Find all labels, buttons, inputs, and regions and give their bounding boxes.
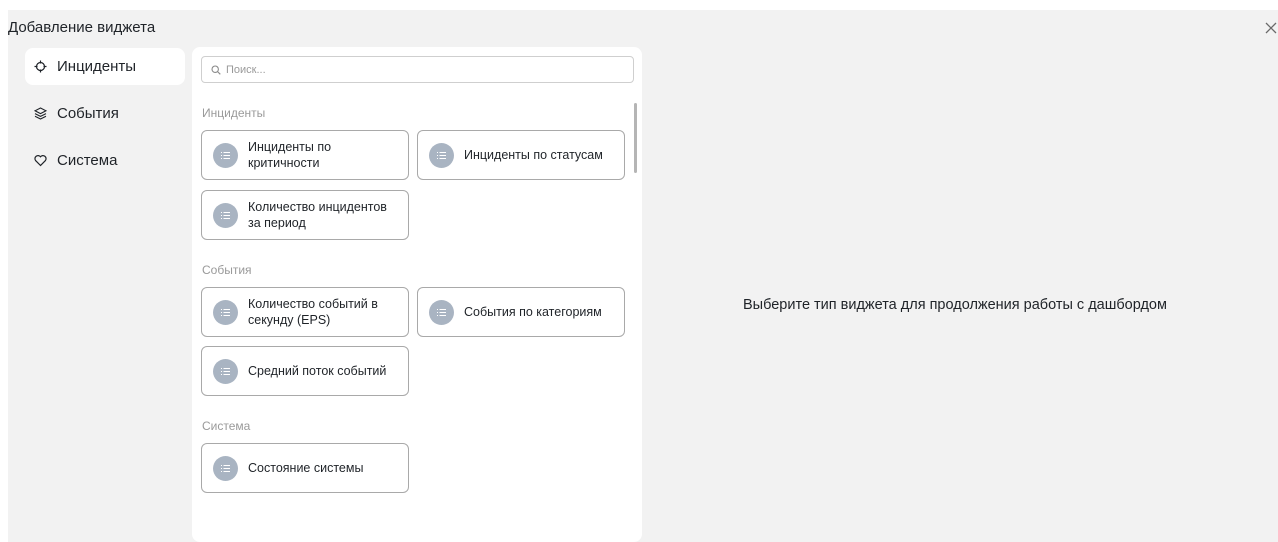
widget-card-label: Количество инцидентов за период xyxy=(248,200,387,230)
list-icon xyxy=(213,455,238,481)
widget-card[interactable]: Состояние системы xyxy=(201,443,409,493)
search-box[interactable] xyxy=(201,56,634,83)
widget-card-label: Инциденты по статусам xyxy=(464,148,603,162)
heart-icon xyxy=(34,154,47,167)
widget-card[interactable]: Инциденты по статусам xyxy=(417,130,625,180)
dialog-title: Добавление виджета xyxy=(8,19,156,36)
list-icon xyxy=(213,299,238,325)
widget-card[interactable]: Количество инцидентов за период xyxy=(201,190,409,240)
widget-card[interactable]: Средний поток событий xyxy=(201,346,409,396)
close-icon[interactable] xyxy=(1264,21,1278,35)
widget-card-label: Количество событий в секунду (EPS) xyxy=(248,297,378,327)
list-icon xyxy=(213,142,238,168)
widget-card-label: Состояние системы xyxy=(248,461,364,475)
nav-item-label: События xyxy=(57,105,119,122)
widget-card[interactable]: Количество событий в секунду (EPS) xyxy=(201,287,409,337)
crosshair-icon xyxy=(34,60,47,73)
widget-card-label: Средний поток событий xyxy=(248,364,387,378)
list-icon xyxy=(213,202,238,228)
section-title-events: События xyxy=(202,263,252,277)
widget-card[interactable]: Инциденты по критичности xyxy=(201,130,409,180)
category-nav: Инциденты События Система xyxy=(25,48,185,189)
scrollbar[interactable] xyxy=(634,103,637,173)
section-title-incidents: Инциденты xyxy=(202,106,266,120)
nav-item-system[interactable]: Система xyxy=(25,142,185,179)
widget-card-label: События по категориям xyxy=(464,305,602,319)
list-icon xyxy=(429,299,454,325)
widget-list-panel: Инциденты Инциденты по критичности Инцид… xyxy=(192,47,642,542)
list-icon xyxy=(429,142,454,168)
widget-card-label: Инциденты по критичности xyxy=(248,140,332,170)
widget-card[interactable]: События по категориям xyxy=(417,287,625,337)
section-title-system: Система xyxy=(202,419,251,433)
nav-item-label: Система xyxy=(57,152,118,169)
nav-item-incidents[interactable]: Инциденты xyxy=(25,48,185,85)
nav-item-label: Инциденты xyxy=(57,58,137,75)
search-icon xyxy=(211,64,221,75)
list-icon xyxy=(213,358,238,384)
nav-item-events[interactable]: События xyxy=(25,95,185,132)
search-input[interactable] xyxy=(226,63,606,76)
layers-icon xyxy=(34,107,47,120)
add-widget-dialog: Добавление виджета Инциденты События Сис… xyxy=(8,10,1278,542)
empty-state-message: Выберите тип виджета для продолжения раб… xyxy=(743,297,1167,313)
